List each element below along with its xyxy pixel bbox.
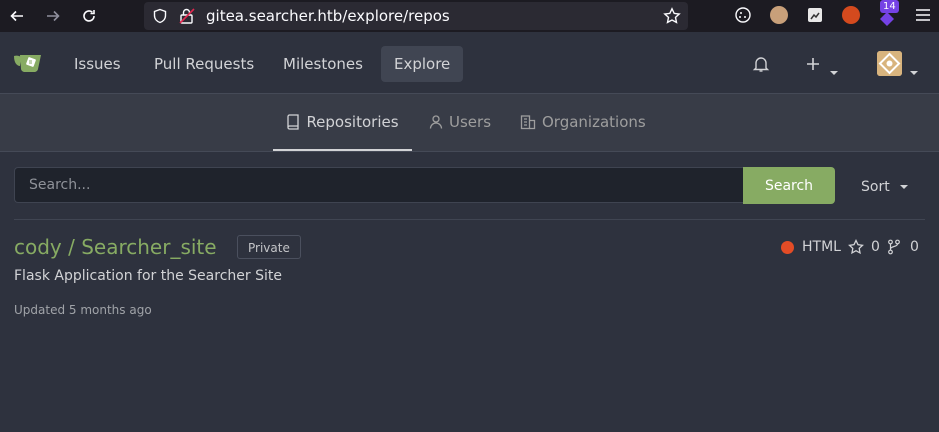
- language-label: HTML: [802, 239, 841, 255]
- tab-users[interactable]: Users: [429, 94, 491, 150]
- repo-forks[interactable]: 0: [887, 239, 919, 255]
- gitea-logo-icon[interactable]: [13, 52, 43, 78]
- browser-toolbar: gitea.searcher.htb/explore/repos 14: [0, 0, 939, 32]
- menu-icon[interactable]: [914, 6, 932, 24]
- extension-count-badge: 14: [880, 0, 899, 13]
- tab-repositories-label: Repositories: [306, 112, 399, 131]
- tab-repositories[interactable]: Repositories: [273, 94, 412, 151]
- repo-stars[interactable]: 0: [848, 239, 880, 255]
- nav-issues[interactable]: Issues: [61, 46, 134, 82]
- address-bar[interactable]: gitea.searcher.htb/explore/repos: [144, 2, 688, 30]
- search-button[interactable]: Search: [743, 167, 835, 204]
- site-header: Issues Pull Requests Milestones Explore: [0, 32, 939, 94]
- tab-users-label: Users: [449, 113, 492, 131]
- nav-pull-requests[interactable]: Pull Requests: [141, 46, 267, 82]
- avatar[interactable]: [877, 51, 902, 76]
- bell-icon[interactable]: [752, 55, 770, 77]
- avatar-chevron-down-icon[interactable]: [909, 61, 919, 80]
- glasses-extension-icon[interactable]: [770, 6, 788, 24]
- organization-icon: [520, 115, 536, 130]
- repo-icon: [287, 113, 300, 130]
- language-color-dot: [781, 240, 794, 254]
- repo-description: Flask Application for the Searcher Site: [14, 268, 282, 284]
- person-icon: [429, 115, 443, 129]
- repo-title-link[interactable]: cody / Searcher_site: [14, 235, 217, 259]
- nav-milestones[interactable]: Milestones: [270, 46, 376, 82]
- tab-organizations[interactable]: Organizations: [520, 94, 646, 150]
- insecure-lock-icon[interactable]: [178, 7, 196, 29]
- tab-organizations-label: Organizations: [542, 113, 646, 131]
- repo-updated: Updated 5 months ago: [14, 303, 152, 317]
- divider: [14, 219, 925, 220]
- image-extension-icon[interactable]: [806, 6, 824, 24]
- chevron-down-icon[interactable]: [829, 61, 839, 80]
- reload-icon[interactable]: [79, 6, 99, 26]
- repo-language: HTML: [781, 239, 841, 255]
- private-badge: Private: [237, 235, 301, 259]
- search-input[interactable]: [14, 167, 743, 203]
- plus-icon[interactable]: [805, 56, 821, 76]
- cookie-extension-icon[interactable]: [734, 6, 752, 24]
- url-text[interactable]: gitea.searcher.htb/explore/repos: [206, 7, 450, 25]
- fox-extension-icon[interactable]: [842, 6, 860, 24]
- sort-dropdown[interactable]: Sort: [861, 179, 909, 195]
- sort-chevron-down-icon: [900, 184, 909, 189]
- bookmark-star-icon[interactable]: [663, 7, 681, 29]
- star-count: 0: [871, 239, 880, 255]
- back-icon[interactable]: [7, 6, 27, 26]
- nav-explore[interactable]: Explore: [381, 46, 464, 82]
- shield-icon[interactable]: [152, 8, 168, 28]
- fork-icon: [888, 239, 900, 255]
- forward-icon[interactable]: [43, 6, 63, 26]
- explore-tabs: Repositories Users Organizations: [0, 94, 939, 152]
- sort-label: Sort: [861, 179, 890, 195]
- fork-count: 0: [910, 239, 919, 255]
- star-icon: [848, 239, 864, 255]
